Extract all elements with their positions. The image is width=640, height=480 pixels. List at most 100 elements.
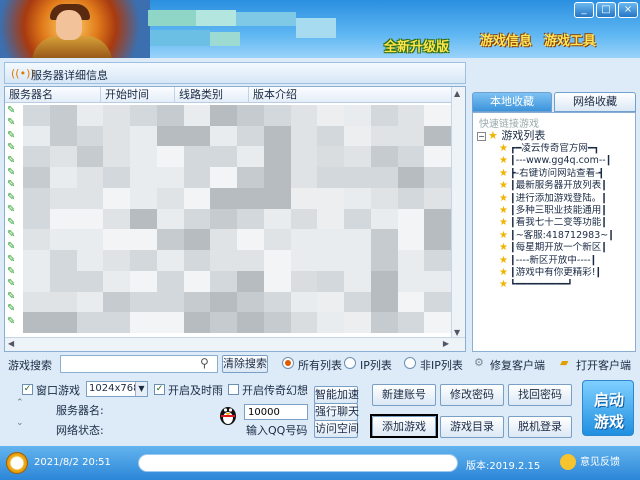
enable-illusion-checkbox[interactable] [228, 384, 239, 395]
tab-network-favorites[interactable]: 网络收藏 [554, 92, 636, 112]
enable-time-checkbox[interactable]: ✓ [154, 384, 165, 395]
server-row-icon[interactable]: ✎ [7, 217, 21, 229]
offline-login-button[interactable]: 脱机登录 [508, 416, 572, 438]
mosaic-cell [370, 229, 398, 251]
server-name-label: 服务器名: [56, 404, 104, 417]
mosaic-cell [370, 250, 398, 271]
server-row-icon[interactable]: ✎ [7, 204, 21, 216]
server-row-icon[interactable]: ✎ [7, 316, 21, 328]
force-chat-button[interactable]: 强行聊天 [314, 403, 359, 421]
header-mosaic-block [236, 12, 296, 26]
server-row-icon[interactable]: ✎ [7, 155, 21, 167]
game-tools-link[interactable]: 游戏工具 [544, 30, 596, 49]
down-arrow-icon[interactable]: ⌄ [16, 418, 24, 428]
server-row-icon[interactable]: ✎ [7, 179, 21, 191]
server-row-icon[interactable]: ✎ [7, 303, 21, 315]
server-row-icon[interactable]: ✎ [7, 266, 21, 278]
server-row-icon[interactable]: ✎ [7, 291, 21, 303]
qq-number-input[interactable] [244, 404, 308, 420]
minimize-button[interactable]: _ [574, 2, 594, 18]
server-row-icon[interactable]: ✎ [7, 167, 21, 179]
window-mode-checkbox[interactable]: ✓ [22, 384, 33, 395]
mosaic-cell [344, 187, 371, 209]
mosaic-cell [397, 270, 425, 292]
chevron-down-icon[interactable]: ▼ [135, 382, 147, 396]
start-game-button[interactable]: 启动 游戏 [582, 380, 634, 436]
mosaic-cell [156, 105, 184, 126]
column-server-name[interactable]: 服务器名 [5, 87, 101, 103]
radio-non-ip-list[interactable] [404, 357, 416, 369]
column-start-time[interactable]: 开始时间 [101, 87, 175, 103]
server-row-icon[interactable]: ✎ [7, 192, 21, 204]
up-arrow-icon[interactable]: ⌃ [16, 398, 24, 408]
radio-non-ip-list-label[interactable]: 非IP列表 [420, 357, 463, 373]
clear-search-button[interactable]: 清除搜索 [222, 355, 268, 373]
game-tree-item[interactable]: ★ ┃~客服:418712983~┃ [477, 230, 633, 242]
tab-local-favorites[interactable]: 本地收藏 [472, 92, 552, 112]
horizontal-scrollbar[interactable]: ◀ ▶ [5, 337, 465, 351]
radio-ip-list[interactable] [344, 357, 356, 369]
mosaic-cell [263, 270, 291, 292]
mosaic-cell [370, 291, 398, 313]
mosaic-cell [103, 312, 130, 333]
mosaic-cell [210, 291, 237, 313]
game-directory-button[interactable]: 游戏目录 [440, 416, 504, 438]
resolution-select[interactable]: 1024x768 ▼ [86, 381, 148, 397]
game-tree-item-label: ┃~客服:418712983~┃ [509, 229, 614, 241]
column-line-type[interactable]: 线路类别 [175, 87, 249, 103]
mosaic-cell [49, 105, 77, 126]
scroll-left-icon[interactable]: ◀ [8, 339, 14, 348]
enable-time-label[interactable]: 开启及时雨 [168, 382, 223, 398]
game-info-link[interactable]: 游戏信息 [480, 30, 532, 49]
server-row-icon[interactable]: ✎ [7, 130, 21, 142]
open-client-button[interactable]: 打开客户端 [576, 357, 631, 373]
game-tree-item[interactable]: ★ ┗━━━━━━━━━┛ [477, 279, 633, 291]
enable-illusion-label[interactable]: 开启传奇幻想 [242, 382, 308, 398]
game-tree-item[interactable]: ★ ┃多种三职业技能通用┃ [477, 205, 633, 217]
search-icon[interactable]: ⚲ [200, 356, 209, 370]
game-tree-item[interactable]: ★ ┃看我七十二变等功能┃ [477, 217, 633, 229]
scroll-down-icon[interactable]: ▼ [454, 328, 460, 337]
server-row-icon[interactable]: ✎ [7, 229, 21, 241]
game-tree[interactable]: − ★ 游戏列表 ★ ┏━凌云传奇官方网━┓ ★ ┃---www.gg4q.com--┃… [477, 129, 633, 292]
game-tree-item[interactable]: ★ ┃游戏中有你更精彩!┃ [477, 267, 633, 279]
game-tree-item[interactable]: ★ ┣-右键访问网站查看-┫ [477, 168, 633, 180]
server-row-icon[interactable]: ✎ [7, 254, 21, 266]
scroll-right-icon[interactable]: ▶ [443, 339, 449, 348]
server-row-icon[interactable]: ✎ [7, 105, 21, 117]
server-row-icon[interactable]: ✎ [7, 117, 21, 129]
radio-all-list[interactable] [282, 357, 294, 369]
smart-accel-button[interactable]: 智能加速 [314, 386, 359, 404]
game-tree-item[interactable]: ★ ┃最新服务器开放列表┃ [477, 180, 633, 192]
maximize-button[interactable]: □ [596, 2, 616, 18]
mosaic-cell [424, 270, 451, 292]
server-row-icon[interactable]: ✎ [7, 241, 21, 253]
window-mode-label[interactable]: 窗口游戏 [36, 382, 80, 398]
feedback-link[interactable]: 意见反馈 [560, 453, 620, 470]
server-list[interactable]: 服务器名 开始时间 线路类别 版本介绍 ✎ ✎ ✎ ✎ ✎ ✎ ✎ ✎ ✎ ✎ ✎ ✎ ✎ ✎ ✎ ✎ ✎ ✎ ▲… [4, 86, 466, 352]
radio-ip-list-label[interactable]: IP列表 [360, 357, 392, 373]
close-button[interactable]: × [618, 2, 638, 18]
game-tree-item[interactable]: ★ ┃---www.gg4q.com--┃ [477, 155, 633, 167]
vertical-scrollbar[interactable]: ▲ ▼ [451, 87, 465, 339]
repair-client-button[interactable]: 修复客户端 [490, 357, 545, 373]
game-tree-item[interactable]: ★ ┃进行添加游戏登陆。┃ [477, 193, 633, 205]
new-account-button[interactable]: 新建账号 [372, 384, 436, 406]
radio-all-list-label[interactable]: 所有列表 [298, 357, 342, 373]
search-input[interactable] [60, 355, 218, 373]
scroll-up-icon[interactable]: ▲ [454, 89, 460, 98]
mosaic-cell [49, 291, 77, 313]
game-tree-item[interactable]: ★ ┏━凌云传奇官方网━┓ [477, 143, 633, 155]
visit-space-button[interactable]: 访问空间 [314, 420, 359, 438]
change-password-button[interactable]: 修改密码 [440, 384, 504, 406]
column-version-intro[interactable]: 版本介绍 [249, 87, 453, 103]
collapse-icon[interactable]: − [477, 132, 486, 141]
server-row-icon[interactable]: ✎ [7, 142, 21, 154]
quick-link-label[interactable]: 快速链接游戏 [479, 115, 539, 130]
tree-root[interactable]: − ★ 游戏列表 [477, 129, 633, 143]
server-row-icon[interactable]: ✎ [7, 278, 21, 290]
mosaic-cell [210, 167, 237, 188]
game-tree-item[interactable]: ★ ┃每星期开放一个新区┃ [477, 242, 633, 254]
game-tree-item[interactable]: ★ ┃----新区开放中----┃ [477, 255, 633, 267]
recover-password-button[interactable]: 找回密码 [508, 384, 572, 406]
